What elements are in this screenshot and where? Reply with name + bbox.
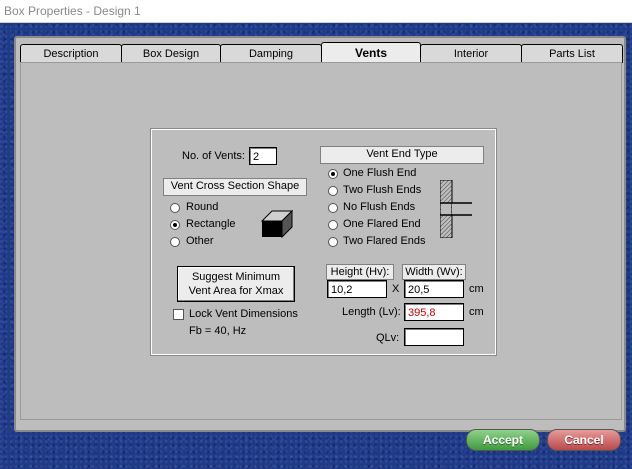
radio-no-flush-ends-label: No Flush Ends [343,201,416,213]
width-input[interactable]: 20,5 [404,280,464,298]
length-input[interactable]: 395,8 [404,303,464,321]
accept-button[interactable]: Accept [466,429,540,451]
radio-rectangle-label: Rectangle [186,218,236,230]
suggest-line2: Vent Area for Xmax [188,285,284,297]
end-type-header: Vent End Type [320,146,484,164]
cross-section-header: Vent Cross Section Shape [163,178,307,196]
height-input[interactable]: 10,2 [327,280,387,298]
radio-other-label: Other [186,235,214,247]
tab-vents[interactable]: Vents [321,42,421,63]
lock-vent-dimensions-label: Lock Vent Dimensions [189,308,298,320]
window-title: Box Properties - Design 1 [4,4,141,18]
tab-strip: Description Box Design Damping Vents Int… [20,42,623,64]
radio-one-flush-end[interactable] [328,169,338,179]
radio-no-flush-ends[interactable] [328,203,338,213]
radio-two-flush-ends-label: Two Flush Ends [343,184,422,196]
vent-end-diagram-icon [440,180,472,238]
title-bar: Box Properties - Design 1 [0,0,632,23]
tab-description[interactable]: Description [20,44,122,63]
radio-other[interactable] [170,237,180,247]
qlv-input[interactable] [404,328,464,346]
length-label: Length (Lv): [342,306,401,318]
radio-two-flared-ends-label: Two Flared Ends [343,235,426,247]
qlv-label: QLv: [376,332,400,344]
radio-one-flared-end[interactable] [328,220,338,230]
cancel-button[interactable]: Cancel [547,429,621,451]
radio-round[interactable] [170,203,180,213]
radio-two-flush-ends[interactable] [328,186,338,196]
vent-count-input[interactable]: 2 [249,147,277,165]
vent-count-label: No. of Vents: [182,150,245,162]
fb-text: Fb = 40, Hz [189,325,247,337]
width-label: Width (Wv): [402,264,466,280]
vents-panel: No. of Vents: 2 Vent Cross Section Shape… [150,128,497,356]
suggest-vent-area-button[interactable]: Suggest Minimum Vent Area for Xmax [177,266,295,302]
lock-vent-dimensions-checkbox[interactable] [173,309,184,320]
rectangle-vent-icon [260,209,294,239]
width-unit: cm [469,283,484,295]
tab-interior[interactable]: Interior [420,44,522,63]
radio-one-flush-end-label: One Flush End [343,167,417,179]
x-label: X [392,283,400,295]
height-label: Height (Hv): [326,264,394,280]
radio-rectangle[interactable] [170,220,180,230]
length-unit: cm [469,306,484,318]
tab-parts-list[interactable]: Parts List [521,44,623,63]
radio-round-label: Round [186,201,219,213]
tab-box-design[interactable]: Box Design [121,44,221,63]
radio-one-flared-end-label: One Flared End [343,218,421,230]
tab-damping[interactable]: Damping [220,44,322,63]
suggest-line1: Suggest Minimum [191,271,281,283]
radio-two-flared-ends[interactable] [328,237,338,247]
